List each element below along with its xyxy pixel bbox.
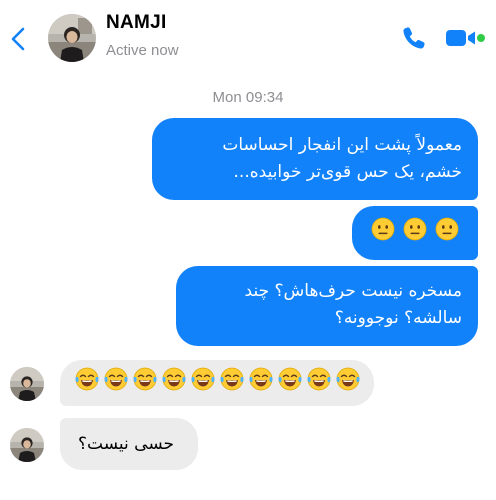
tears-of-joy-emoji xyxy=(249,367,273,400)
tears-of-joy-emoji xyxy=(75,367,99,400)
tears-of-joy-emoji xyxy=(191,367,215,400)
tears-of-joy-emoji xyxy=(307,367,331,400)
contact-status: Active now xyxy=(106,42,179,59)
neutral-face-emoji xyxy=(435,217,459,250)
message-timestamp: Mon 09:34 xyxy=(212,89,284,106)
neutral-face-emoji xyxy=(403,217,427,250)
neutral-face-emoji xyxy=(371,217,395,250)
incoming-message[interactable]: حسی نیست؟ xyxy=(60,418,198,470)
online-status-dot xyxy=(477,34,485,42)
video-call-button[interactable] xyxy=(444,26,486,50)
audio-call-button[interactable] xyxy=(400,24,428,52)
tears-of-joy-emoji xyxy=(104,367,128,400)
phone-icon xyxy=(403,27,425,49)
tears-of-joy-emoji xyxy=(336,367,360,400)
contact-avatar[interactable] xyxy=(48,14,96,62)
message-line: مسخره نیست حرف‌هاش؟ چند xyxy=(244,281,462,301)
tears-of-joy-emoji xyxy=(133,367,157,400)
tears-of-joy-emoji xyxy=(220,367,244,400)
tears-of-joy-emoji xyxy=(278,367,302,400)
video-camera-icon xyxy=(446,30,485,46)
outgoing-message[interactable]: مسخره نیست حرف‌هاش؟ چند سالشه؟ نوجوونه؟ xyxy=(176,266,478,346)
sender-avatar[interactable] xyxy=(10,367,44,401)
emoji-row xyxy=(75,367,360,400)
emoji-row xyxy=(371,217,459,250)
incoming-emoji-message[interactable] xyxy=(60,360,374,406)
message-line: خشم، یک حس قوی‌تر خوابیده... xyxy=(233,162,462,182)
sender-avatar[interactable] xyxy=(10,428,44,462)
chevron-left-icon xyxy=(11,27,25,51)
tears-of-joy-emoji xyxy=(162,367,186,400)
back-button[interactable] xyxy=(8,24,28,54)
outgoing-message[interactable]: معمولاً پشت این انفجار احساسات خشم، یک ح… xyxy=(152,118,478,200)
message-text: حسی نیست؟ xyxy=(78,433,174,454)
contact-name[interactable]: NAMJI xyxy=(106,12,167,34)
chat-header: NAMJI Active now xyxy=(0,0,496,80)
outgoing-emoji-message[interactable] xyxy=(352,206,478,260)
message-line: معمولاً پشت این انفجار احساسات xyxy=(222,135,462,155)
message-line: سالشه؟ نوجوونه؟ xyxy=(334,308,462,328)
